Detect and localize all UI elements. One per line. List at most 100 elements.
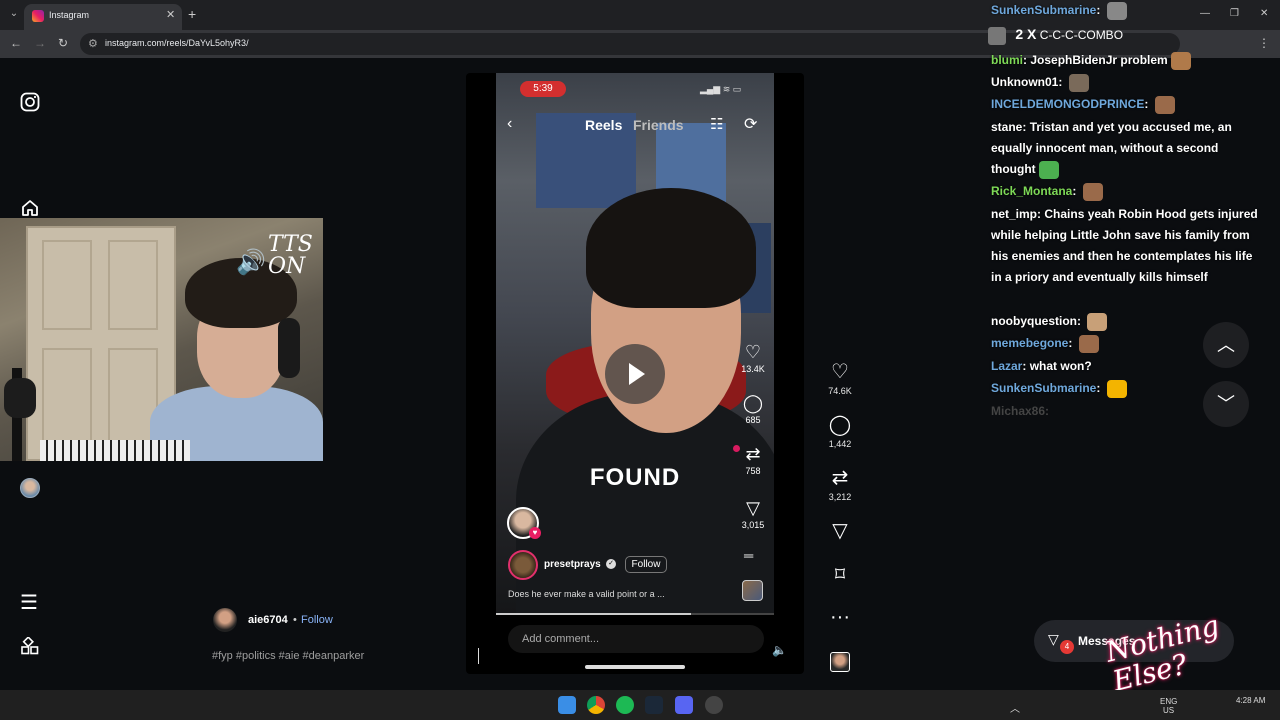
share-button[interactable]: ▽ <box>820 520 860 542</box>
poster-username[interactable]: presetprays <box>544 559 601 570</box>
post-author-avatar[interactable] <box>213 608 237 632</box>
audio-thumbnail[interactable] <box>742 580 763 601</box>
play-button[interactable] <box>605 344 665 404</box>
inner-share-button[interactable]: ▽ 3,015 <box>733 498 773 530</box>
reload-icon[interactable]: ↻ <box>58 36 68 50</box>
tab-close-icon[interactable]: ✕ <box>166 8 175 21</box>
comment-count: 1,442 <box>828 439 852 449</box>
chat-emote-icon <box>1038 160 1059 179</box>
inner-more-icon[interactable]: ═ <box>744 548 753 563</box>
reel-progress-bar[interactable] <box>496 613 774 615</box>
tab-instagram[interactable]: Instagram ✕ <box>24 4 182 30</box>
filter-icon[interactable]: ☷ <box>710 115 723 133</box>
chat-username[interactable]: Unknown01 <box>991 75 1058 89</box>
tray-clock[interactable]: 4:28 AM <box>1236 696 1265 705</box>
steam-icon[interactable] <box>645 696 663 714</box>
chat-message: stane: Tristan and yet you accused me, a… <box>988 117 1258 180</box>
comment-button[interactable]: ◯ 1,442 <box>820 414 860 449</box>
reel-caption[interactable]: Does he ever make a valid point or a ... <box>508 589 665 599</box>
chat-username[interactable]: Lazar <box>991 359 1022 373</box>
camera-icon[interactable]: ⟳ <box>744 114 757 134</box>
forward-icon[interactable]: → <box>34 36 46 50</box>
chrome-icon[interactable] <box>587 696 605 714</box>
chat-username[interactable]: SunkenSubmarine <box>991 3 1096 17</box>
inner-comment-button[interactable]: ◯ 685 <box>733 393 773 425</box>
inner-share-count: 3,015 <box>741 520 765 530</box>
inner-like-button[interactable]: ♡ 13.4K <box>733 342 773 374</box>
tray-chevron-icon[interactable]: ︿ <box>1010 700 1020 715</box>
tab-reels[interactable]: Reels <box>585 117 622 133</box>
post-hashtags[interactable]: #fyp #politics #aie #deanparker <box>212 650 364 662</box>
chat-emote-icon <box>1106 1 1127 20</box>
save-button[interactable]: ⌑ <box>820 564 860 586</box>
comment-icon: ◯ <box>742 393 764 413</box>
instagram-favicon-icon <box>32 10 44 22</box>
tab-friends[interactable]: Friends <box>633 117 684 133</box>
more-options-button[interactable]: ··· <box>820 606 860 628</box>
follow-button[interactable]: Follow <box>301 614 333 626</box>
site-info-icon[interactable]: ⚙ <box>88 37 98 50</box>
verified-icon: ✓ <box>606 559 616 569</box>
inner-like-count: 13.4K <box>741 364 765 374</box>
more-dots-icon: ··· <box>830 606 850 628</box>
video-overlay-caption: FOUND <box>589 464 681 491</box>
discord-icon[interactable] <box>675 696 693 714</box>
menu-icon[interactable]: ☰ <box>20 590 38 615</box>
tab-title: Instagram <box>49 10 90 20</box>
chat-username[interactable]: blumi <box>991 53 1023 67</box>
separator-dot: • <box>293 614 297 626</box>
profile-avatar[interactable] <box>20 478 40 498</box>
chat-emote-icon <box>1106 379 1127 398</box>
chat-colon: : <box>1144 97 1152 111</box>
chat-username[interactable]: noobyquestion <box>991 314 1077 328</box>
chat-emote-icon <box>1170 51 1191 70</box>
inner-repost-button[interactable]: ⇄ 758 <box>733 444 773 476</box>
chat-colon: : <box>1022 120 1030 134</box>
home-icon[interactable] <box>20 198 40 218</box>
tab-search-icon[interactable]: ⌄ <box>6 6 22 22</box>
add-comment-input[interactable]: Add comment... <box>508 625 764 653</box>
volume-icon[interactable]: 🔈 <box>772 643 787 657</box>
chat-username[interactable]: Rick_Montana <box>991 184 1072 198</box>
instagram-logo-icon[interactable] <box>20 92 40 112</box>
combo-emote-icon <box>988 26 1006 45</box>
chat-emote-icon <box>1154 95 1175 114</box>
obs-icon[interactable] <box>705 696 723 714</box>
repost-icon: ⇄ <box>745 444 761 464</box>
reel-back-icon[interactable]: ‹ <box>507 115 512 133</box>
chat-colon: : <box>1096 3 1104 17</box>
poster-avatar[interactable] <box>508 550 538 580</box>
repost-button[interactable]: ⇄ 3,212 <box>820 467 860 502</box>
scroll-up-button[interactable]: ︿ <box>1203 322 1249 368</box>
chat-username[interactable]: SunkenSubmarine <box>991 381 1096 395</box>
new-tab-icon[interactable]: + <box>188 6 196 22</box>
chat-username[interactable]: stane <box>991 120 1022 134</box>
messages-badge: 4 <box>1060 640 1074 654</box>
like-button[interactable]: ♡ 74.6K <box>820 361 860 396</box>
back-icon[interactable]: ← <box>10 36 22 50</box>
chat-message: Rick_Montana: <box>988 181 1258 202</box>
scroll-down-button[interactable]: ﹀ <box>1203 381 1249 427</box>
url-text[interactable]: instagram.com/reels/DaYvL5ohyR3/ <box>105 38 249 48</box>
inner-follow-button[interactable]: Follow <box>625 556 667 573</box>
chat-emote-icon <box>1078 334 1099 353</box>
headphones <box>278 318 300 378</box>
tray-language-1[interactable]: ENG <box>1160 697 1177 706</box>
start-icon[interactable] <box>558 696 576 714</box>
close-window-icon[interactable]: ✕ <box>1260 8 1268 19</box>
more-apps-icon[interactable] <box>20 637 40 657</box>
chat-username[interactable]: memebegone <box>991 336 1068 350</box>
tray-language-2[interactable]: US <box>1163 706 1174 715</box>
repost-icon: ⇄ <box>831 467 849 489</box>
chat-emote-icon <box>1087 312 1108 331</box>
spotify-icon[interactable] <box>616 696 634 714</box>
chat-colon: : <box>1072 184 1080 198</box>
browser-menu-icon[interactable]: ⋮ <box>1258 36 1270 50</box>
chat-username[interactable]: net_imp <box>991 207 1037 221</box>
audio-thumbnail-outer[interactable] <box>830 652 850 672</box>
heart-icon: ♡ <box>831 361 849 383</box>
video-subject-hair <box>586 188 756 308</box>
chat-username[interactable]: INCELDEMONGODPRINCE <box>991 97 1144 111</box>
post-author-username[interactable]: aie6704 <box>248 614 288 626</box>
home-indicator <box>585 665 685 669</box>
